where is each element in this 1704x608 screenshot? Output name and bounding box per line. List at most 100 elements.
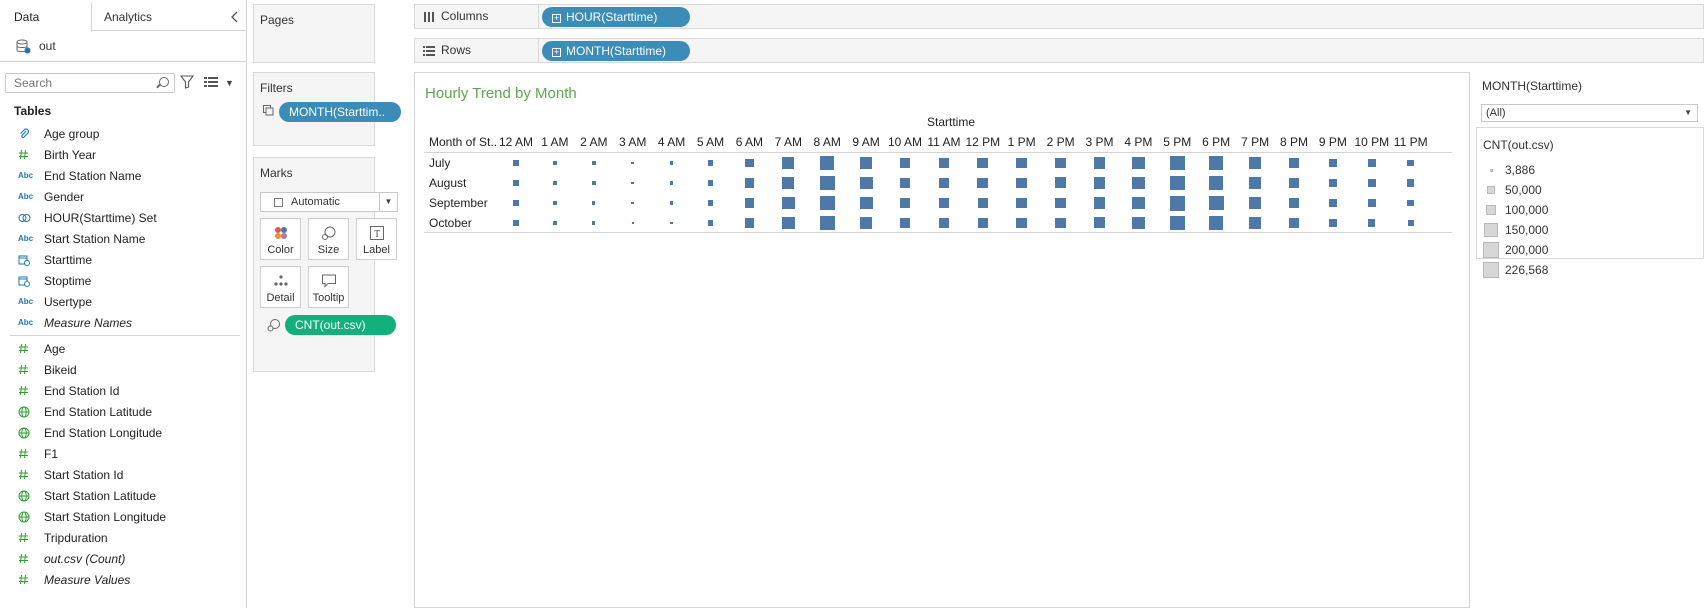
- field-item[interactable]: Birth Year: [0, 144, 247, 165]
- tab-analytics[interactable]: Analytics: [92, 3, 212, 31]
- square-mark[interactable]: [1169, 215, 1185, 231]
- square-mark[interactable]: [1209, 215, 1224, 231]
- square-mark[interactable]: [1131, 176, 1145, 190]
- square-mark[interactable]: [1368, 219, 1376, 227]
- square-mark[interactable]: [592, 161, 596, 165]
- square-mark[interactable]: [1248, 176, 1262, 190]
- square-mark[interactable]: [1328, 158, 1338, 168]
- square-mark[interactable]: [977, 177, 989, 189]
- field-item[interactable]: Bikeid: [0, 359, 247, 380]
- tab-data[interactable]: Data: [0, 3, 92, 32]
- square-mark[interactable]: [939, 218, 949, 228]
- square-mark[interactable]: [1407, 219, 1414, 227]
- datasource[interactable]: out: [16, 37, 56, 55]
- square-mark[interactable]: [977, 157, 989, 169]
- square-mark[interactable]: [1131, 196, 1145, 210]
- field-item[interactable]: Age: [0, 338, 247, 359]
- square-mark[interactable]: [1328, 218, 1337, 228]
- square-mark[interactable]: [670, 201, 674, 205]
- field-item[interactable]: Abc Measure Names: [0, 312, 247, 333]
- square-mark[interactable]: [669, 161, 674, 165]
- square-mark[interactable]: [1055, 157, 1067, 169]
- square-mark[interactable]: [631, 222, 634, 224]
- square-mark[interactable]: [552, 200, 558, 206]
- square-mark[interactable]: [1407, 159, 1415, 167]
- square-mark[interactable]: [1055, 217, 1066, 229]
- square-mark[interactable]: [977, 217, 988, 229]
- square-mark[interactable]: [938, 177, 950, 189]
- square-mark[interactable]: [1016, 177, 1028, 189]
- square-mark[interactable]: [513, 220, 519, 226]
- square-mark[interactable]: [899, 157, 911, 169]
- square-mark[interactable]: [1169, 155, 1185, 171]
- search-input[interactable]: [5, 73, 175, 93]
- square-mark[interactable]: [1016, 197, 1027, 209]
- square-mark[interactable]: [631, 181, 635, 185]
- square-mark[interactable]: [744, 198, 755, 208]
- viz-canvas[interactable]: Hourly Trend by Month Starttime Month of…: [414, 72, 1470, 608]
- square-mark[interactable]: [1093, 177, 1106, 189]
- field-item[interactable]: Age group: [0, 123, 247, 144]
- square-mark[interactable]: [512, 159, 520, 167]
- filters-card[interactable]: Filters MONTH(Starttim..: [253, 72, 401, 146]
- list-view-icon[interactable]: [204, 76, 218, 88]
- detail-button[interactable]: Detail: [260, 266, 301, 308]
- square-mark[interactable]: [781, 196, 795, 210]
- square-mark[interactable]: [1407, 179, 1415, 187]
- pages-card[interactable]: Pages: [253, 4, 375, 63]
- columns-pill-hour[interactable]: + HOUR(Starttime): [542, 7, 690, 27]
- square-mark[interactable]: [859, 156, 873, 170]
- filter-icon[interactable]: [180, 75, 194, 89]
- field-item[interactable]: End Station Id: [0, 380, 247, 401]
- square-mark[interactable]: [1093, 197, 1106, 209]
- square-mark[interactable]: [1169, 175, 1185, 191]
- square-mark[interactable]: [977, 197, 989, 209]
- square-mark[interactable]: [782, 216, 795, 230]
- color-button[interactable]: Color: [260, 218, 301, 260]
- square-mark[interactable]: [631, 161, 635, 165]
- chevron-down-icon[interactable]: ▼: [225, 78, 234, 88]
- square-mark[interactable]: [744, 218, 754, 228]
- square-mark[interactable]: [631, 201, 635, 205]
- square-mark[interactable]: [1367, 159, 1376, 167]
- square-mark[interactable]: [1093, 157, 1106, 169]
- square-mark[interactable]: [592, 181, 596, 185]
- field-item[interactable]: Stoptime: [0, 270, 247, 291]
- square-mark[interactable]: [899, 217, 911, 229]
- tooltip-button[interactable]: Tooltip: [308, 266, 349, 308]
- square-mark[interactable]: [1407, 199, 1414, 207]
- square-mark[interactable]: [1169, 195, 1185, 211]
- square-mark[interactable]: [1248, 156, 1262, 170]
- filter-pill-month[interactable]: MONTH(Starttim..: [279, 102, 401, 122]
- square-mark[interactable]: [1131, 156, 1145, 170]
- square-mark[interactable]: [670, 221, 674, 225]
- square-mark[interactable]: [1288, 157, 1300, 169]
- square-mark[interactable]: [859, 176, 873, 190]
- size-pill-count[interactable]: CNT(out.csv): [285, 315, 396, 335]
- square-mark[interactable]: [744, 178, 754, 188]
- square-mark[interactable]: [707, 220, 714, 226]
- size-button[interactable]: Size: [308, 218, 349, 260]
- square-mark[interactable]: [819, 155, 835, 171]
- square-mark[interactable]: [819, 195, 835, 211]
- field-item[interactable]: Measure Values: [0, 569, 247, 590]
- square-mark[interactable]: [1055, 197, 1066, 209]
- square-mark[interactable]: [1209, 155, 1224, 171]
- rows-shelf[interactable]: Rows + MONTH(Starttime): [414, 38, 1704, 63]
- square-mark[interactable]: [1248, 196, 1262, 210]
- columns-shelf[interactable]: Columns + HOUR(Starttime): [414, 4, 1704, 29]
- square-mark[interactable]: [782, 176, 795, 190]
- field-item[interactable]: Start Station Id: [0, 464, 247, 485]
- square-mark[interactable]: [1328, 178, 1338, 188]
- field-item[interactable]: out.csv (Count): [0, 548, 247, 569]
- square-mark[interactable]: [1289, 198, 1299, 208]
- square-mark[interactable]: [938, 197, 949, 209]
- field-item[interactable]: Abc Gender: [0, 186, 247, 207]
- mark-type-select[interactable]: Automatic ▼: [260, 192, 398, 212]
- square-mark[interactable]: [899, 177, 911, 189]
- square-mark[interactable]: [1132, 216, 1145, 230]
- square-mark[interactable]: [1328, 198, 1338, 208]
- square-mark[interactable]: [592, 221, 596, 225]
- field-item[interactable]: Start Station Latitude: [0, 485, 247, 506]
- field-item[interactable]: Start Station Longitude: [0, 506, 247, 527]
